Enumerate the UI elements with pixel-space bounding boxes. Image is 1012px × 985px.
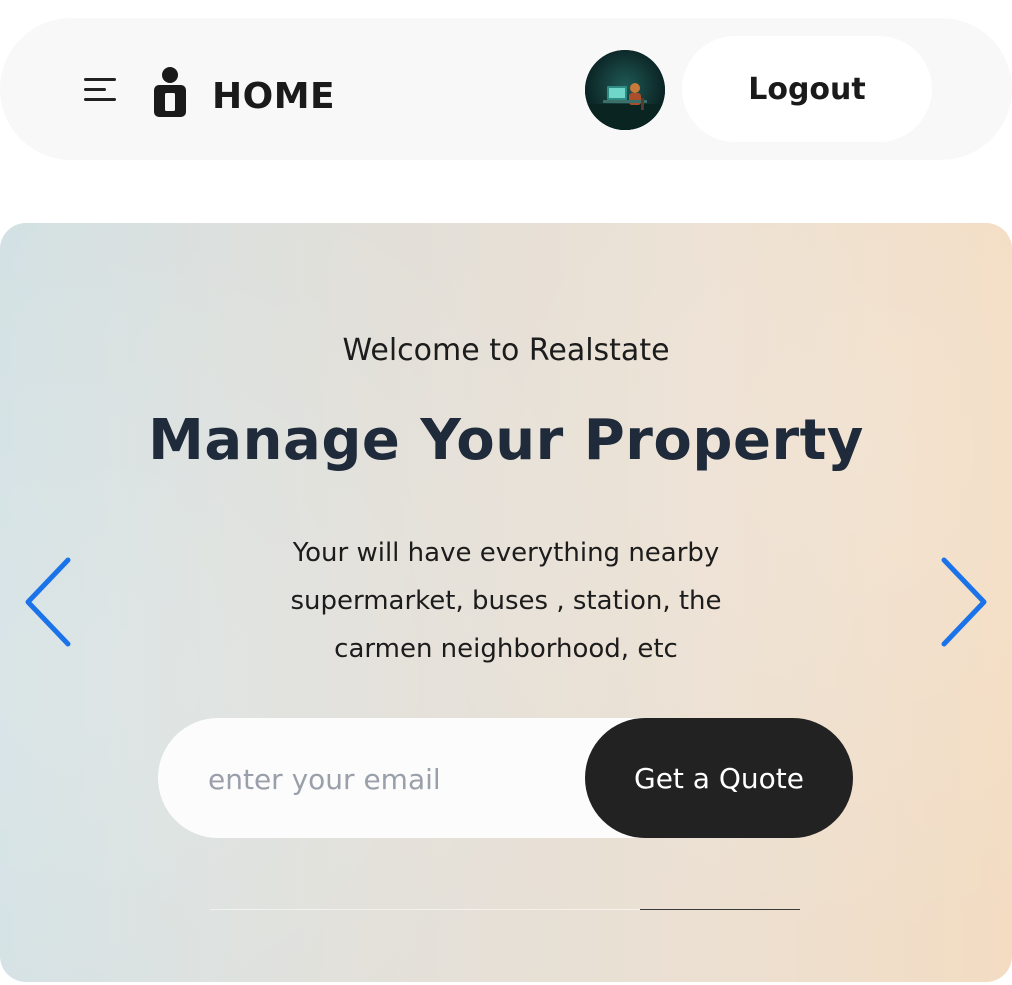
hero-headline: Manage Your Property — [148, 408, 864, 473]
person-icon — [154, 67, 186, 117]
hamburger-menu-icon[interactable] — [84, 78, 118, 104]
top-navbar: HOME Logout — [0, 18, 1012, 160]
user-avatar[interactable] — [585, 50, 665, 130]
hero-welcome-text: Welcome to Realstate — [342, 333, 670, 368]
chevron-left-icon[interactable] — [20, 554, 76, 650]
email-subscribe-form: Get a Quote — [158, 718, 853, 838]
slider-progress-active — [640, 909, 800, 910]
email-input[interactable] — [206, 748, 580, 810]
hero-subtitle: Your will have everything nearby superma… — [290, 538, 722, 664]
chevron-right-icon[interactable] — [936, 554, 992, 650]
get-quote-button[interactable]: Get a Quote — [585, 718, 853, 838]
page: HOME Logout Welcome to Realstate Manage … — [0, 0, 1012, 985]
hero-banner: Welcome to Realstate Manage Your Propert… — [0, 223, 1012, 982]
brand-title[interactable]: HOME — [212, 75, 335, 119]
logout-button[interactable]: Logout — [682, 36, 932, 142]
